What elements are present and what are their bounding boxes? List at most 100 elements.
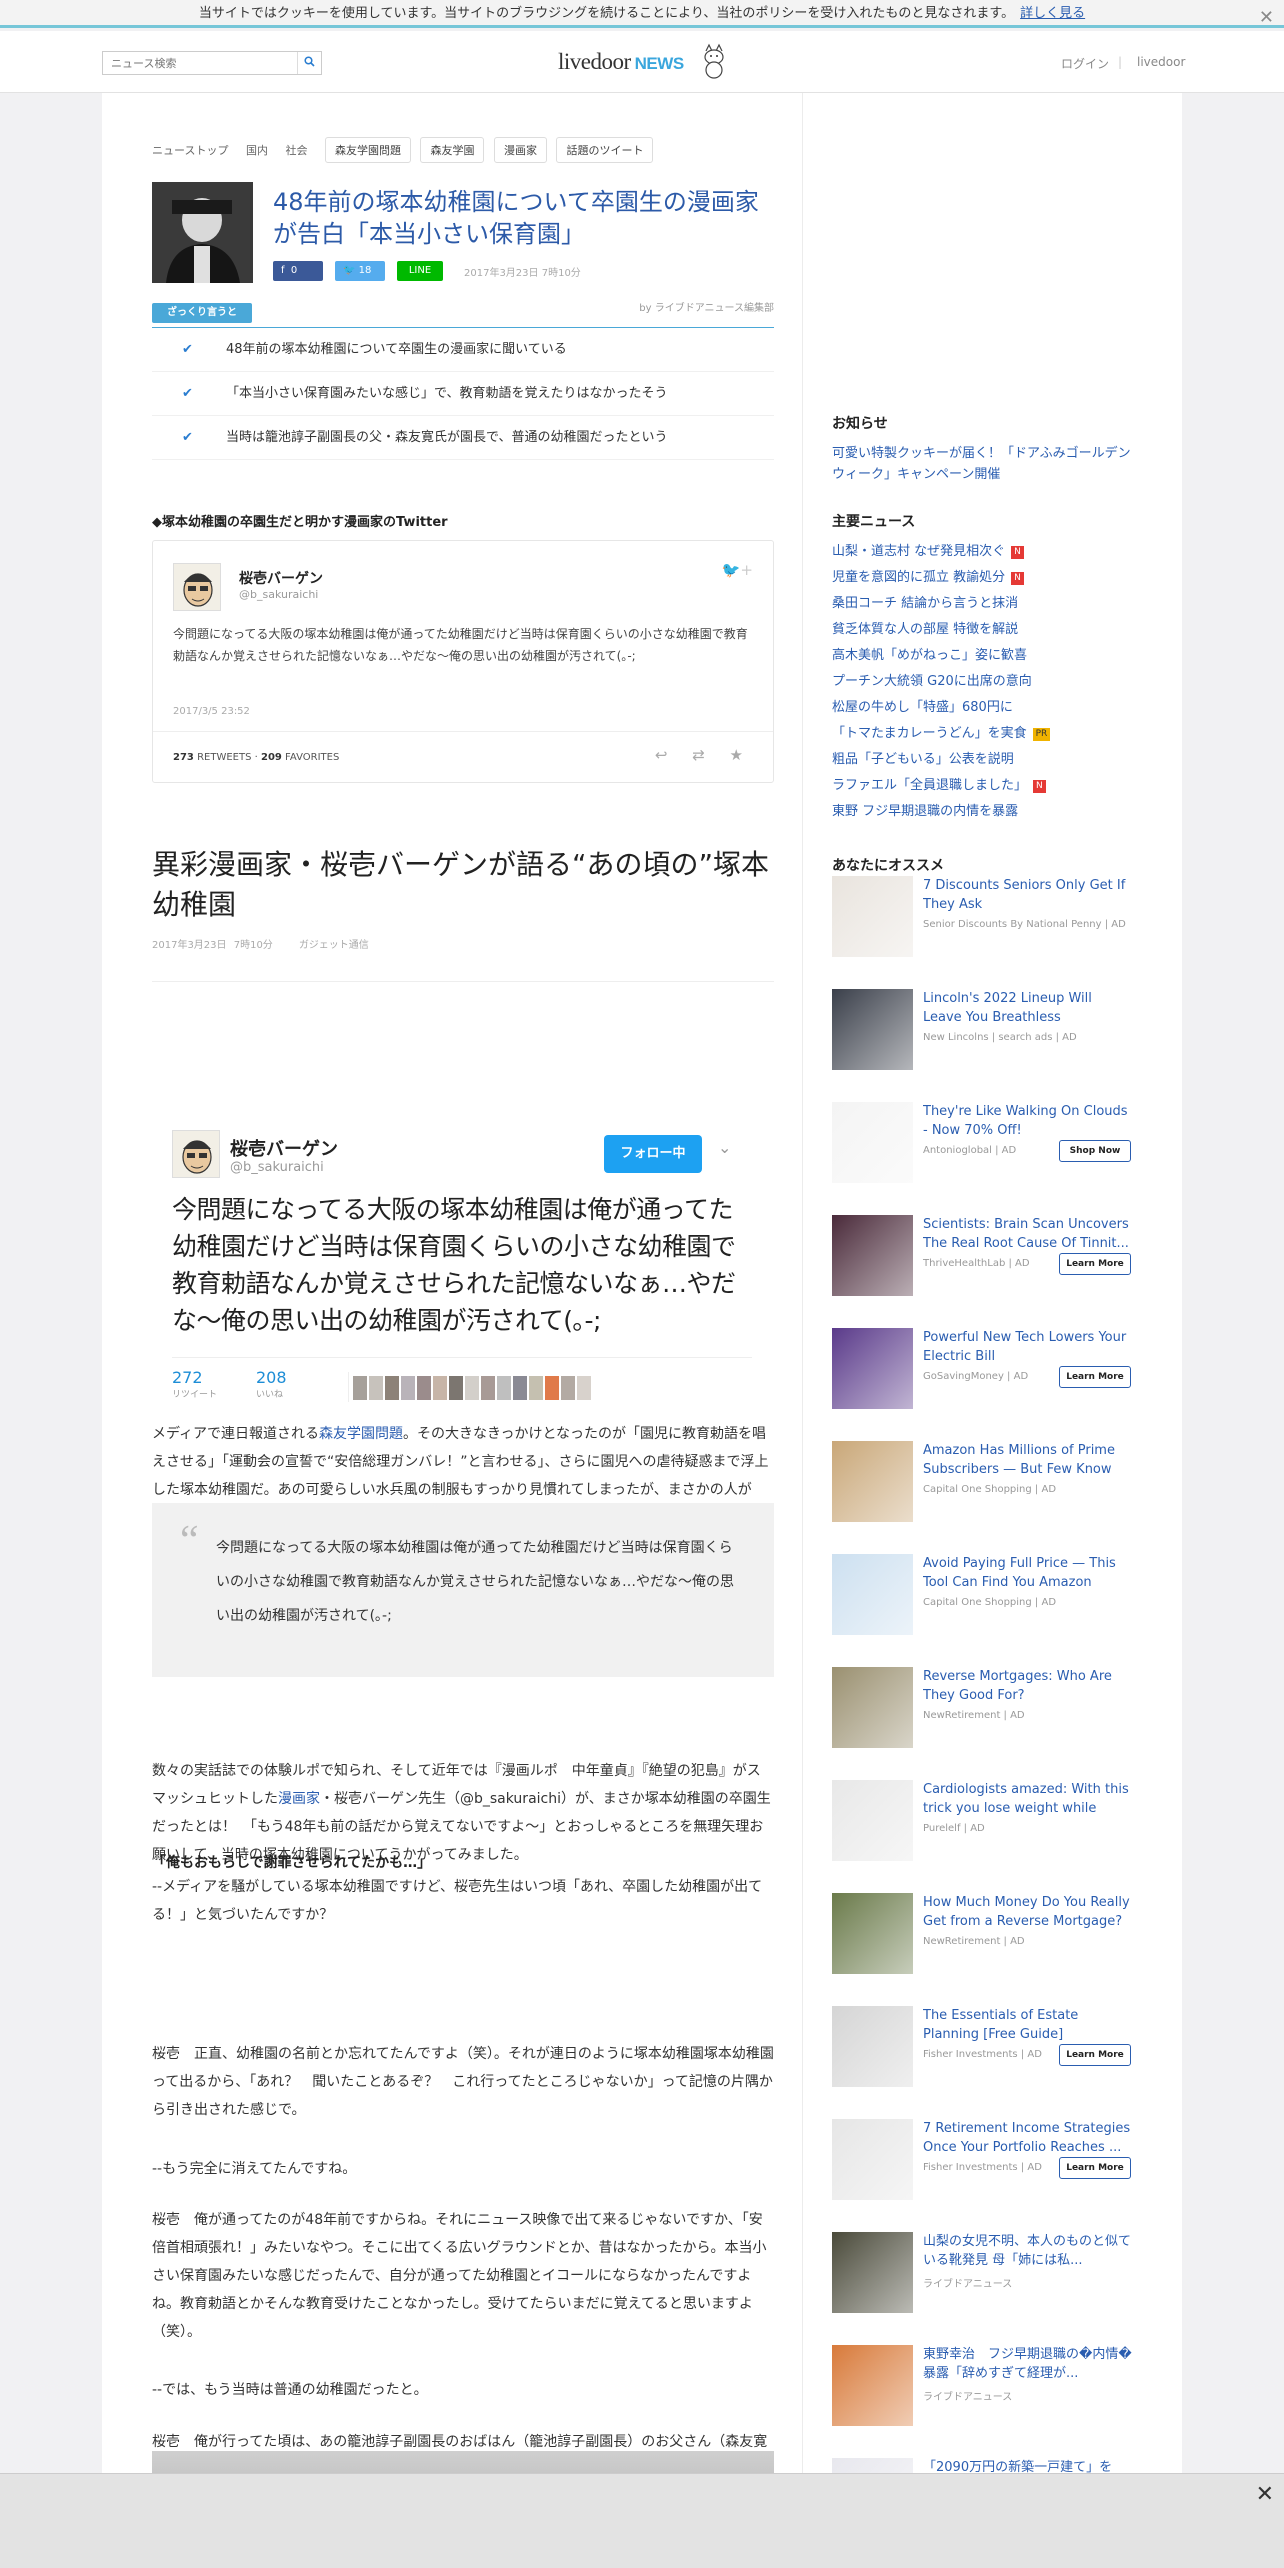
recommend-thumbnail[interactable]	[832, 2232, 913, 2313]
liker-avatar[interactable]	[545, 1376, 559, 1400]
like-stat[interactable]: 208 いいね	[256, 1368, 287, 1400]
recommend-item[interactable]: The Essentials of Estate Planning [Free …	[832, 2006, 1132, 2119]
recommend-title[interactable]: Scientists: Brain Scan Uncovers The Real…	[923, 1215, 1133, 1253]
chevron-down-icon[interactable]: ⌄	[718, 1138, 731, 1157]
recommend-item[interactable]: Reverse Mortgages: Who Are They Good For…	[832, 1667, 1132, 1780]
recommend-title[interactable]: 7 Retirement Income Strategies Once Your…	[923, 2119, 1133, 2157]
recommend-thumbnail[interactable]	[832, 2119, 913, 2200]
recommend-thumbnail[interactable]	[832, 876, 913, 957]
recommend-item[interactable]: How Much Money Do You Really Get from a …	[832, 1893, 1132, 2006]
recommend-title[interactable]: Powerful New Tech Lowers Your Electric B…	[923, 1328, 1133, 1366]
login-link[interactable]: ログイン	[1061, 55, 1109, 72]
recommend-title[interactable]: Cardiologists amazed: With this trick yo…	[923, 1780, 1133, 1818]
recommend-cta-button[interactable]: Learn More	[1059, 1366, 1131, 1388]
topic-link[interactable]: 森友学園問題	[319, 1426, 403, 1442]
recommend-item[interactable]: 7 Discounts Seniors Only Get If They Ask…	[832, 876, 1132, 989]
recommend-cta-button[interactable]: Shop Now	[1059, 1140, 1131, 1162]
top-news-item[interactable]: 山梨・道志村 なぜ発見相次ぐ N	[832, 539, 1132, 565]
top-news-item[interactable]: 東野 フジ早期退職の内情を暴露	[832, 799, 1132, 825]
liker-avatar[interactable]	[401, 1376, 415, 1400]
article-source[interactable]: ガジェット通信	[299, 940, 369, 951]
recommend-item[interactable]: Scientists: Brain Scan Uncovers The Real…	[832, 1215, 1132, 1328]
recommend-item[interactable]: Lincoln's 2022 Lineup Will Leave You Bre…	[832, 989, 1132, 1102]
tweet-author-handle[interactable]: @b_sakuraichi	[239, 588, 318, 601]
recommend-item[interactable]: Avoid Paying Full Price — This Tool Can …	[832, 1554, 1132, 1667]
tweet-date[interactable]: 2017/3/5 23:52	[173, 706, 250, 717]
recommend-cta-button[interactable]: Learn More	[1059, 2044, 1131, 2066]
recommend-item[interactable]: 山梨の女児不明、本人のものと似ている靴発見 母「姉には私... ライブドアニュース	[832, 2232, 1132, 2345]
search-input[interactable]	[103, 52, 298, 75]
recommend-title[interactable]: Avoid Paying Full Price — This Tool Can …	[923, 1554, 1133, 1592]
cookie-details-link[interactable]: 詳しく見る	[1020, 6, 1085, 21]
tweet-actions[interactable]: ↩ ⇄ ★	[655, 746, 753, 764]
recommend-thumbnail[interactable]	[832, 989, 913, 1070]
recommend-item[interactable]: Powerful New Tech Lowers Your Electric B…	[832, 1328, 1132, 1441]
facebook-share-button[interactable]: f 0	[273, 261, 323, 281]
liker-avatar[interactable]	[529, 1376, 543, 1400]
top-news-item[interactable]: 桑田コーチ 結論から言うと抹消	[832, 591, 1132, 617]
top-news-item[interactable]: ラファエル「全員退職しました」 N	[832, 773, 1132, 799]
close-icon[interactable]: ✕	[1259, 4, 1274, 31]
top-news-item[interactable]: 粗品「子どもいる」公表を説明	[832, 747, 1132, 773]
topic-tag[interactable]: 漫画家	[493, 137, 547, 163]
recommend-thumbnail[interactable]	[832, 1780, 913, 1861]
liker-avatar[interactable]	[433, 1376, 447, 1400]
recommend-thumbnail[interactable]	[832, 2006, 913, 2087]
recommend-title[interactable]: 東野幸治 フジ早期退職の�内情�暴露「辞めすぎて経理が...	[923, 2345, 1133, 2383]
liker-avatar[interactable]	[449, 1376, 463, 1400]
recommend-item[interactable]: Amazon Has Millions of Prime Subscribers…	[832, 1441, 1132, 1554]
liker-avatar[interactable]	[497, 1376, 511, 1400]
recommend-thumbnail[interactable]	[832, 1667, 913, 1748]
liker-avatar[interactable]	[481, 1376, 495, 1400]
manga-artist-link[interactable]: 漫画家	[278, 1791, 320, 1807]
liker-avatar[interactable]	[385, 1376, 399, 1400]
topic-tag[interactable]: 森友学園問題	[324, 137, 411, 163]
line-share-button[interactable]: LINE	[397, 261, 443, 281]
top-news-item[interactable]: 貧乏体質な人の部屋 特徴を解説	[832, 617, 1132, 643]
breadcrumb-item[interactable]: 社会	[285, 144, 307, 157]
notice-link[interactable]: 可愛い特製クッキーが届く！「ドアふみゴールデンウィーク」キャンペーン開催	[832, 443, 1132, 485]
recommend-item[interactable]: 7 Retirement Income Strategies Once Your…	[832, 2119, 1132, 2232]
recommend-thumbnail[interactable]	[832, 1215, 913, 1296]
liker-avatar[interactable]	[465, 1376, 479, 1400]
following-button[interactable]: フォロー中	[604, 1135, 702, 1173]
liker-avatar[interactable]	[369, 1376, 383, 1400]
top-news-item[interactable]: 「トマたまカレーうどん」を実食 PR	[832, 721, 1132, 747]
twitter-follow-icon[interactable]: 🐦+	[722, 561, 753, 579]
recommend-item[interactable]: 東野幸治 フジ早期退職の�内情�暴露「辞めすぎて経理が... ライブドアニュース	[832, 2345, 1132, 2458]
recommend-title[interactable]: Lincoln's 2022 Lineup Will Leave You Bre…	[923, 989, 1133, 1027]
recommend-title[interactable]: 7 Discounts Seniors Only Get If They Ask	[923, 876, 1133, 914]
recommend-thumbnail[interactable]	[832, 1554, 913, 1635]
livedoor-link[interactable]: livedoor	[1137, 55, 1185, 69]
recommend-title[interactable]: Reverse Mortgages: Who Are They Good For…	[923, 1667, 1133, 1705]
recommend-title[interactable]: They're Like Walking On Clouds - Now 70%…	[923, 1102, 1133, 1140]
topic-tag[interactable]: 話題のツイート	[556, 137, 654, 163]
recommend-thumbnail[interactable]	[832, 1893, 913, 1974]
liker-avatar[interactable]	[417, 1376, 431, 1400]
site-logo[interactable]: livedoor NEWS	[558, 49, 684, 75]
topic-tag[interactable]: 森友学園	[420, 137, 485, 163]
recommend-cta-button[interactable]: Learn More	[1059, 1253, 1131, 1275]
recommend-thumbnail[interactable]	[832, 1441, 913, 1522]
article-thumbnail[interactable]	[152, 182, 253, 283]
recommend-item[interactable]: Cardiologists amazed: With this trick yo…	[832, 1780, 1132, 1893]
search-icon[interactable]	[297, 52, 321, 74]
tweet-author-handle[interactable]: @b_sakuraichi	[230, 1160, 324, 1175]
avatar[interactable]	[172, 1130, 220, 1178]
recommend-title[interactable]: How Much Money Do You Really Get from a …	[923, 1893, 1133, 1931]
breadcrumb-item[interactable]: ニューストップ	[152, 144, 228, 157]
retweet-stat[interactable]: 272 リツイート	[172, 1368, 217, 1400]
recommend-title[interactable]: 山梨の女児不明、本人のものと似ている靴発見 母「姉には私...	[923, 2232, 1133, 2270]
top-news-item[interactable]: 児童を意図的に孤立 教諭処分 N	[832, 565, 1132, 591]
top-news-item[interactable]: 高木美帆「めがねっこ」姿に歓喜	[832, 643, 1132, 669]
liker-avatar[interactable]	[353, 1376, 367, 1400]
recommend-thumbnail[interactable]	[832, 1328, 913, 1409]
recommend-item[interactable]: They're Like Walking On Clouds - Now 70%…	[832, 1102, 1132, 1215]
avatar[interactable]	[173, 563, 221, 611]
tweet-author-name[interactable]: 桜壱バーゲン	[239, 568, 323, 588]
twitter-share-button[interactable]: 🐦 18	[335, 261, 385, 281]
top-news-item[interactable]: プーチン大統領 G20に出席の意向	[832, 669, 1132, 695]
liker-avatar[interactable]	[577, 1376, 591, 1400]
tweet-author-name[interactable]: 桜壱バーゲン	[230, 1135, 338, 1161]
recommend-thumbnail[interactable]	[832, 2345, 913, 2426]
